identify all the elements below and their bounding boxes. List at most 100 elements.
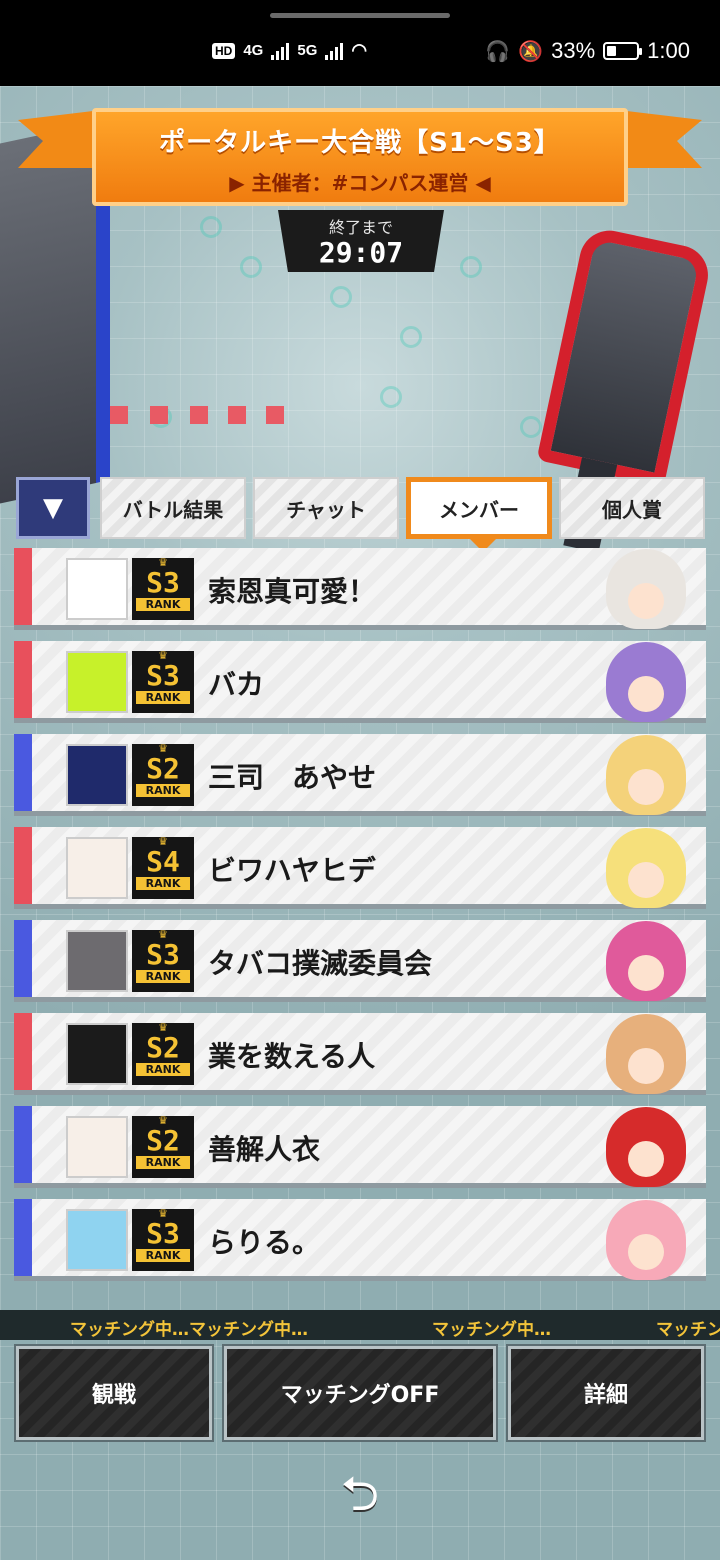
- rank-word: RANK: [136, 691, 190, 704]
- member-list[interactable]: ♛ S3 RANK 索恩真可愛！ ♛ S3 RANK バカ ♛ S2 RANK 三司 あやせ ♛ S4 RA…: [14, 548, 706, 1306]
- rank-word: RANK: [136, 1156, 190, 1169]
- player-name: 索恩真可愛！: [208, 575, 377, 608]
- team-color-strip: [14, 734, 32, 811]
- status-left-icons: HD 4G 5G ◠: [212, 40, 367, 61]
- player-name: バカ: [208, 668, 265, 701]
- red-marker: [266, 406, 284, 424]
- character-hair: [606, 1014, 686, 1094]
- member-row[interactable]: ♛ S3 RANK らりる。: [14, 1199, 706, 1281]
- character-portrait: [516, 734, 706, 816]
- clock: 1:00: [647, 38, 690, 63]
- ticker-text: マッチング中…マッチング中…: [70, 1320, 308, 1340]
- battery-icon: [603, 42, 643, 60]
- tab-battle-results[interactable]: バトル結果: [100, 477, 246, 539]
- rank-badge: ♛ S3 RANK: [132, 1208, 194, 1271]
- team-color-strip: [14, 827, 32, 904]
- status-right-icons: 🎧 🔕 33% 1:00: [485, 38, 690, 64]
- rank-word: RANK: [136, 1249, 190, 1262]
- collapse-button[interactable]: ▼: [16, 477, 90, 539]
- rank-tier: S4: [146, 845, 180, 878]
- team-color-strip: [14, 548, 32, 625]
- rank-badge: ♛ S2 RANK: [132, 1022, 194, 1085]
- hex-decoration: [200, 216, 222, 238]
- rank-badge: ♛ S2 RANK: [132, 1115, 194, 1178]
- character-portrait: [516, 641, 706, 723]
- character-portrait: [516, 548, 706, 630]
- player-avatar[interactable]: [66, 1209, 128, 1271]
- character-hair: [606, 735, 686, 815]
- rank-word: RANK: [136, 970, 190, 983]
- timer-value: 29:07: [318, 236, 404, 269]
- rank-word: RANK: [136, 784, 190, 797]
- character-hair: [606, 1200, 686, 1280]
- rank-tier: S3: [146, 659, 180, 692]
- event-banner: ポータルキー大合戦【S1〜S3】 ▶ 主催者：#コンパス運営 ◀: [92, 108, 628, 206]
- timer-label: 終了まで: [328, 218, 393, 237]
- rank-badge: ♛ S3 RANK: [132, 650, 194, 713]
- triangle-down-icon: ▼: [43, 493, 63, 523]
- player-name: らりる。: [208, 1226, 321, 1259]
- mute-bell-icon: 🔕: [518, 40, 544, 63]
- rank-badge: ♛ S3 RANK: [132, 557, 194, 620]
- event-title: ポータルキー大合戦【S1〜S3】: [159, 128, 561, 158]
- member-row[interactable]: ♛ S2 RANK 業を数える人: [14, 1013, 706, 1095]
- battery-percent: 33%: [551, 38, 596, 63]
- character-portrait: [516, 920, 706, 1002]
- player-name: 三司 あやせ: [208, 761, 377, 794]
- player-name: ビワハヤヒデ: [208, 854, 376, 887]
- matching-off-button[interactable]: マッチングOFF: [222, 1344, 498, 1442]
- spectate-button[interactable]: 観戦: [14, 1344, 214, 1442]
- character-hair: [606, 828, 686, 908]
- character-hair: [606, 921, 686, 1001]
- hex-decoration: [460, 256, 482, 278]
- player-avatar[interactable]: [66, 744, 128, 806]
- ticker-text: マッチン: [656, 1320, 720, 1340]
- rank-word: RANK: [136, 1063, 190, 1076]
- hex-decoration: [380, 386, 402, 408]
- player-avatar[interactable]: [66, 837, 128, 899]
- sim2-label: 5G: [297, 42, 318, 59]
- team-color-strip: [14, 1199, 32, 1276]
- red-marker: [190, 406, 208, 424]
- member-row[interactable]: ♛ S3 RANK タバコ撲滅委員会: [14, 920, 706, 1002]
- player-avatar[interactable]: [66, 930, 128, 992]
- player-avatar[interactable]: [66, 651, 128, 713]
- rank-badge: ♛ S4 RANK: [132, 836, 194, 899]
- headphones-icon: 🎧: [485, 40, 511, 63]
- hex-decoration: [330, 286, 352, 308]
- rank-tier: S3: [146, 566, 180, 599]
- details-button[interactable]: 詳細: [506, 1344, 706, 1442]
- red-marker: [150, 406, 168, 424]
- character-hair: [606, 549, 686, 629]
- tab-chat[interactable]: チャット: [253, 477, 399, 539]
- back-button[interactable]: ⮌: [330, 1466, 390, 1530]
- team-color-strip: [14, 641, 32, 718]
- rank-tier: S2: [146, 752, 180, 785]
- rank-tier: S3: [146, 1217, 180, 1250]
- member-row[interactable]: ♛ S3 RANK 索恩真可愛！: [14, 548, 706, 630]
- player-avatar[interactable]: [66, 558, 128, 620]
- member-row[interactable]: ♛ S4 RANK ビワハヤヒデ: [14, 827, 706, 909]
- tab-members[interactable]: メンバー: [406, 477, 552, 552]
- member-row[interactable]: ♛ S2 RANK 三司 あやせ: [14, 734, 706, 816]
- rank-tier: S2: [146, 1031, 180, 1064]
- member-row[interactable]: ♛ S2 RANK 善解人衣: [14, 1106, 706, 1188]
- hex-decoration: [400, 326, 422, 348]
- player-avatar[interactable]: [66, 1116, 128, 1178]
- matching-ticker: マッチング中…マッチング中… マッチング中… マッチン: [0, 1310, 720, 1340]
- signal-icon: [271, 42, 290, 60]
- tab-individual-awards[interactable]: 個人賞: [559, 477, 705, 539]
- rank-tier: S3: [146, 938, 180, 971]
- rank-tier: S2: [146, 1124, 180, 1157]
- player-name: 業を数える人: [208, 1040, 376, 1073]
- team-color-strip: [14, 1106, 32, 1183]
- back-arrow-icon: ⮌: [340, 1465, 380, 1522]
- event-host: ▶ 主催者：#コンパス運営 ◀: [229, 171, 491, 195]
- rank-word: RANK: [136, 877, 190, 890]
- member-row[interactable]: ♛ S3 RANK バカ: [14, 641, 706, 723]
- rank-word: RANK: [136, 598, 190, 611]
- character-portrait: [516, 1013, 706, 1095]
- player-avatar[interactable]: [66, 1023, 128, 1085]
- character-hair: [606, 1107, 686, 1187]
- rank-badge: ♛ S2 RANK: [132, 743, 194, 806]
